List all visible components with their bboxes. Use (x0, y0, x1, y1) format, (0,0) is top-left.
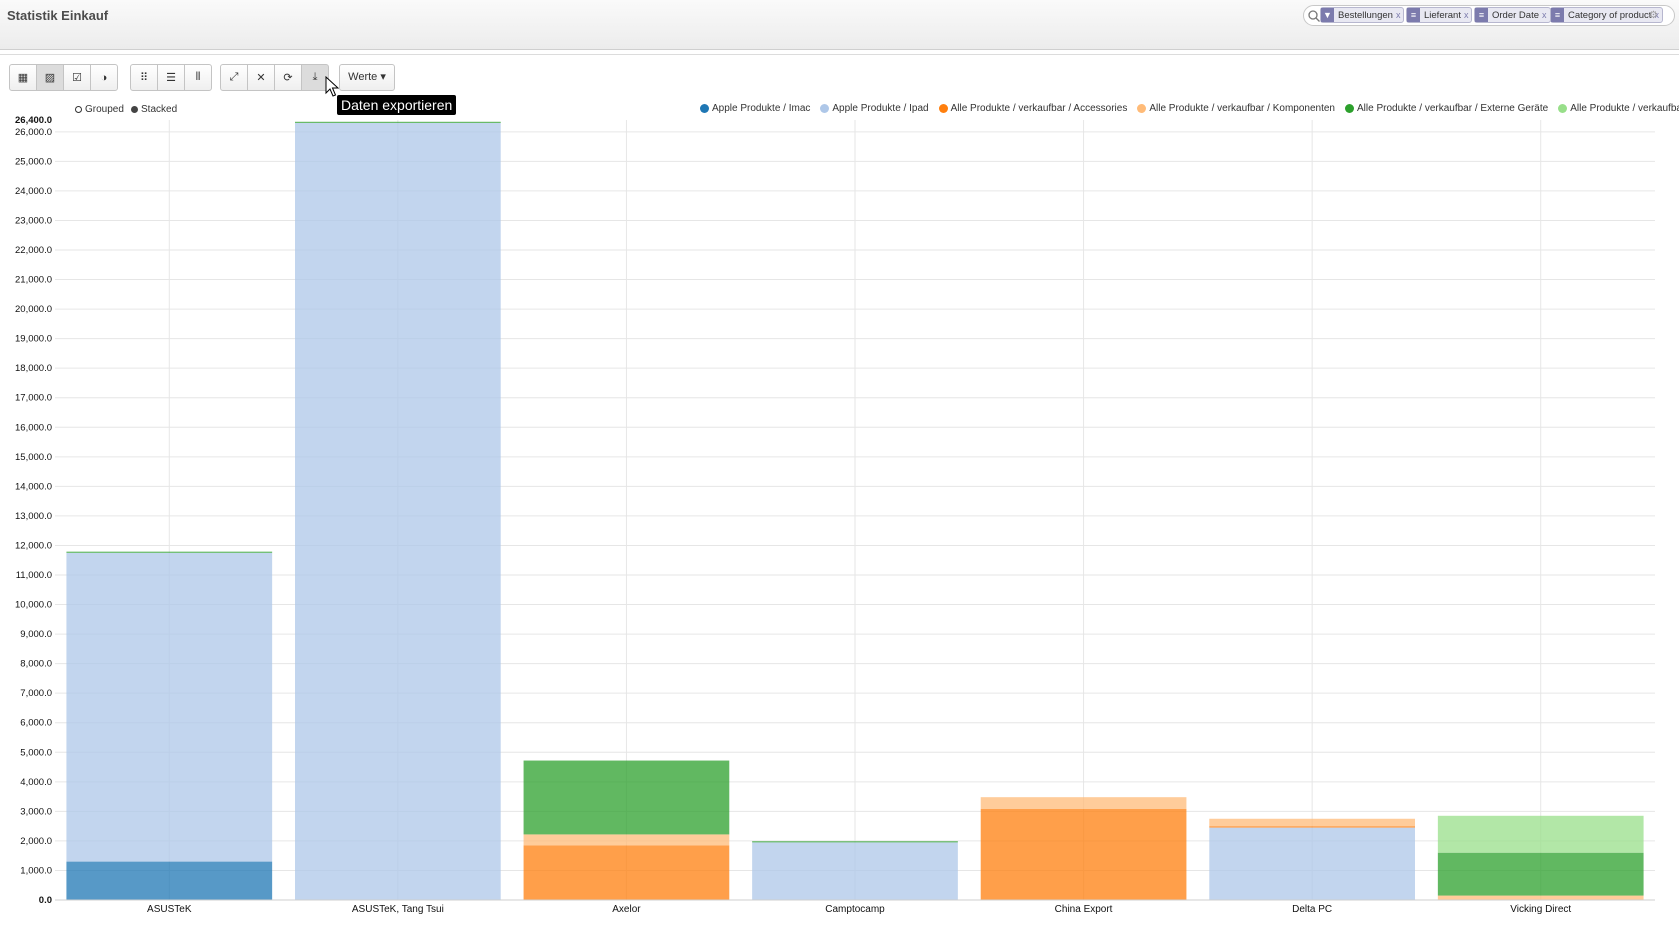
x-category-label: Camptocamp (825, 904, 885, 915)
y-tick-label: 15,000.0 (15, 452, 52, 463)
bar-segment[interactable] (295, 122, 501, 901)
x-category-label: Delta PC (1292, 904, 1332, 915)
bar-segment[interactable] (523, 760, 730, 835)
bar-segment[interactable] (752, 841, 958, 843)
y-tick-label: 19,000.0 (15, 334, 52, 345)
bar-segment[interactable] (1209, 818, 1415, 827)
bar-segment[interactable] (66, 552, 273, 862)
x-category-label: ASUSTeK, Tang Tsui (352, 904, 444, 915)
x-category-label: Axelor (612, 904, 641, 915)
y-max-label: 26,400.0 (15, 115, 52, 126)
bar-segment[interactable] (523, 845, 730, 900)
y-tick-label: 9,000.0 (20, 629, 52, 640)
x-category-label: ASUSTeK (147, 904, 192, 915)
y-tick-label: 13,000.0 (15, 511, 52, 522)
bar-segment[interactable] (752, 842, 958, 900)
y-tick-label: 4,000.0 (20, 777, 52, 788)
y-tick-label: 5,000.0 (20, 747, 52, 758)
bar-segment[interactable] (295, 121, 501, 123)
x-category-label: Vicking Direct (1510, 904, 1571, 915)
y-tick-label: 7,000.0 (20, 688, 52, 699)
x-category-label: China Export (1055, 904, 1113, 915)
bar-segment[interactable] (66, 861, 273, 900)
y-tick-label: 11,000.0 (16, 570, 52, 581)
y-tick-label: 23,000.0 (15, 215, 52, 226)
y-tick-label: 26,000.0 (15, 127, 52, 138)
y-tick-label: 20,000.0 (15, 304, 52, 315)
y-tick-label: 17,000.0 (15, 393, 52, 404)
y-tick-label: 22,000.0 (15, 245, 52, 256)
y-tick-label: 8,000.0 (20, 659, 52, 670)
y-tick-label: 12,000.0 (15, 540, 52, 551)
y-tick-label: 24,000.0 (15, 186, 52, 197)
y-tick-label: 3,000.0 (20, 806, 52, 817)
y-tick-label: 25,000.0 (15, 156, 52, 167)
y-tick-label: 1,000.0 (20, 865, 52, 876)
bar-segment[interactable] (66, 551, 273, 553)
bar-segment[interactable] (980, 797, 1187, 809)
bar-segment[interactable] (523, 834, 730, 846)
y-tick-label: 18,000.0 (15, 363, 52, 374)
bar-segment[interactable] (1209, 827, 1415, 900)
bar-segment[interactable] (1437, 895, 1644, 900)
y-tick-label: 6,000.0 (20, 718, 52, 729)
bar-segment[interactable] (980, 809, 1187, 900)
y-tick-label: 2,000.0 (20, 836, 52, 847)
bar-segment[interactable] (1209, 826, 1415, 828)
y-tick-label: 0.0 (39, 895, 52, 906)
y-tick-label: 21,000.0 (15, 275, 52, 286)
y-tick-label: 14,000.0 (15, 481, 52, 492)
y-tick-label: 16,000.0 (15, 422, 52, 433)
stacked-bar-chart: 0.0 1,000.0 2,000.0 3,000.0 4,000.0 5,000.0 6,… (15, 115, 1655, 915)
bar-segment[interactable] (1437, 815, 1644, 853)
y-tick-label: 10,000.0 (15, 600, 52, 611)
bar-segment[interactable] (1437, 852, 1644, 896)
